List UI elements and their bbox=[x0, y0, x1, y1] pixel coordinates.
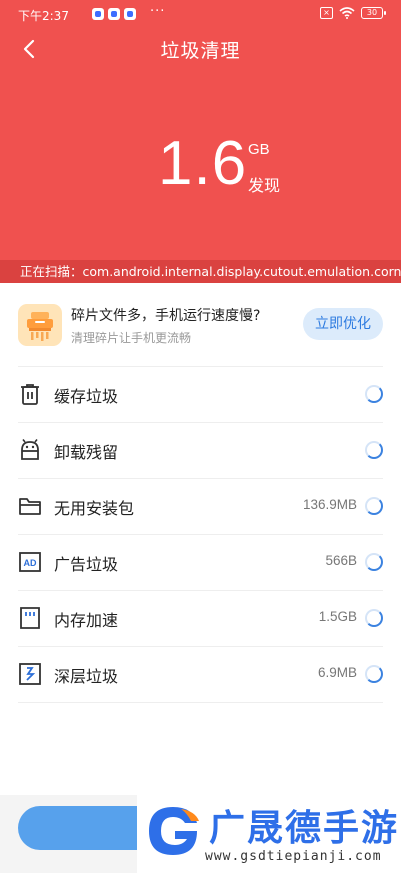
list-item-cache-junk[interactable]: 缓存垃圾 bbox=[18, 366, 383, 422]
folder-icon bbox=[19, 498, 41, 515]
trash-icon bbox=[21, 384, 39, 405]
ad-icon: AD bbox=[19, 552, 41, 572]
tip-subtitle: 清理碎片让手机更流畅 bbox=[71, 331, 192, 345]
junk-size-unit: GB bbox=[248, 141, 270, 158]
found-label: 发现 bbox=[248, 176, 281, 195]
list-item-memory-boost[interactable]: 内存加速 1.5GB bbox=[18, 590, 383, 646]
optimize-tip-card: 碎片文件多，手机运行速度慢? 清理碎片让手机更流畅 立即优化 bbox=[18, 300, 383, 350]
scanning-spinner bbox=[365, 441, 383, 459]
item-label: 卸载残留 bbox=[54, 443, 119, 462]
header: 下午2:37 ··· × 30 垃圾清理 1.6 GB 发现 正在扫描：com.… bbox=[0, 0, 401, 283]
watermark-url: www.gsdtiepianji.com bbox=[205, 849, 382, 864]
item-size: 6.9MB bbox=[317, 665, 357, 680]
scanning-spinner bbox=[365, 553, 383, 571]
wifi-icon bbox=[339, 7, 355, 19]
app-notification-icon bbox=[124, 8, 136, 20]
item-label: 缓存垃圾 bbox=[54, 387, 119, 406]
page-title: 垃圾清理 bbox=[160, 40, 241, 62]
watermark: 广晟德手游 www.gsdtiepianji.com bbox=[137, 795, 401, 873]
deep-clean-icon bbox=[19, 663, 41, 685]
status-bar: 下午2:37 ··· × 30 bbox=[0, 0, 401, 28]
item-label: 内存加速 bbox=[54, 611, 119, 630]
scanning-spinner bbox=[365, 609, 383, 627]
battery-icon: 30 bbox=[361, 7, 386, 19]
svg-text:AD: AD bbox=[24, 558, 37, 568]
app-notification-icon bbox=[108, 8, 120, 20]
item-label: 无用安装包 bbox=[54, 499, 135, 518]
app-notification-icon bbox=[92, 8, 104, 20]
fragment-cleaner-icon bbox=[18, 304, 62, 346]
list-item-ad-junk[interactable]: AD 广告垃圾 566B bbox=[18, 534, 383, 590]
item-size: 136.9MB bbox=[302, 497, 357, 512]
notification-icons bbox=[92, 8, 136, 20]
scanning-spinner bbox=[365, 497, 383, 515]
watermark-text: 广晟德手游 bbox=[209, 808, 400, 849]
android-icon bbox=[21, 439, 39, 460]
status-right: × 30 bbox=[320, 7, 386, 19]
no-sim-icon: × bbox=[320, 7, 333, 19]
list-item-deep-junk[interactable]: 深层垃圾 6.9MB bbox=[18, 646, 383, 702]
scanning-spinner bbox=[365, 385, 383, 403]
item-label: 广告垃圾 bbox=[54, 555, 119, 574]
divider bbox=[18, 702, 383, 703]
status-time: 下午2:37 bbox=[18, 9, 69, 23]
optimize-now-button[interactable]: 立即优化 bbox=[303, 308, 383, 340]
more-notifications-icon: ··· bbox=[150, 4, 166, 19]
item-label: 深层垃圾 bbox=[54, 667, 119, 686]
item-size: 566B bbox=[325, 553, 357, 568]
memory-icon bbox=[20, 607, 40, 629]
tip-title: 碎片文件多，手机运行速度慢? bbox=[71, 308, 261, 324]
item-size: 1.5GB bbox=[318, 609, 357, 624]
list-item-useless-apk[interactable]: 无用安装包 136.9MB bbox=[18, 478, 383, 534]
scanning-path: 正在扫描：com.android.internal.display.cutout… bbox=[0, 260, 401, 283]
scanning-spinner bbox=[365, 665, 383, 683]
list-item-uninstall-residue[interactable]: 卸载残留 bbox=[18, 422, 383, 478]
junk-size-value: 1.6 bbox=[158, 129, 248, 198]
watermark-logo-icon bbox=[149, 807, 199, 855]
